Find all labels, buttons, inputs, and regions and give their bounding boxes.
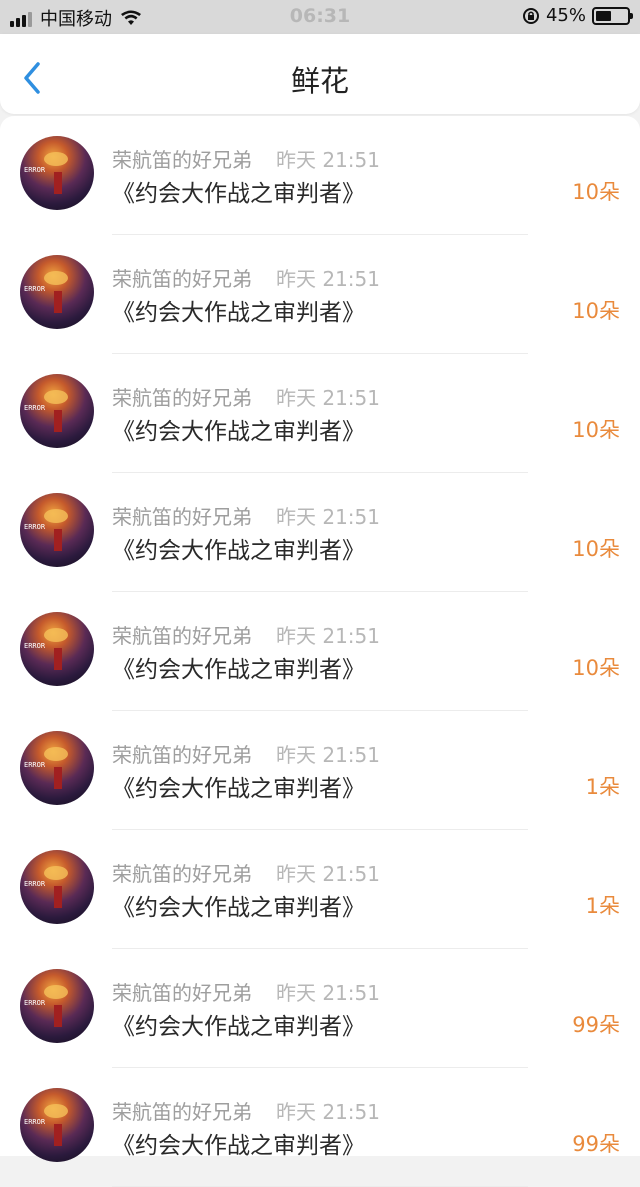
avatar[interactable]: ERROR (20, 136, 94, 210)
avatar[interactable]: ERROR (20, 374, 94, 448)
navigation-bar: 鲜花 (0, 34, 640, 114)
sender-name[interactable]: 荣航笛的好兄弟 (112, 263, 252, 292)
list-item[interactable]: ERROR 荣航笛的好兄弟 昨天 21:51 《约会大作战之审判者》 10朵 (0, 116, 640, 235)
send-time: 昨天 21:51 (276, 1100, 380, 1124)
battery-percent: 45% (545, 5, 586, 26)
sender-name[interactable]: 荣航笛的好兄弟 (112, 620, 252, 649)
send-time: 昨天 21:51 (276, 148, 380, 172)
work-title[interactable]: 《约会大作战之审判者》 (112, 174, 365, 208)
page-title: 鲜花 (290, 64, 349, 98)
work-title[interactable]: 《约会大作战之审判者》 (112, 1126, 365, 1160)
avatar[interactable]: ERROR (20, 493, 94, 567)
list-item[interactable]: ERROR 荣航笛的好兄弟 昨天 21:51 《约会大作战之审判者》 99朵 (0, 1068, 640, 1187)
flower-count: 10朵 (572, 180, 620, 204)
send-time: 昨天 21:51 (276, 505, 380, 529)
work-title[interactable]: 《约会大作战之审判者》 (112, 1007, 365, 1041)
avatar[interactable]: ERROR (20, 612, 94, 686)
flower-count: 99朵 (572, 1132, 620, 1156)
send-time: 昨天 21:51 (276, 743, 380, 767)
send-time: 昨天 21:51 (276, 862, 380, 886)
status-bar: 中国移动 06:31 45% (0, 0, 640, 34)
sender-name[interactable]: 荣航笛的好兄弟 (112, 739, 252, 768)
battery-icon (592, 6, 633, 25)
list-item[interactable]: ERROR 荣航笛的好兄弟 昨天 21:51 《约会大作战之审判者》 10朵 (0, 473, 640, 592)
flower-count: 10朵 (572, 656, 620, 680)
list-item[interactable]: ERROR 荣航笛的好兄弟 昨天 21:51 《约会大作战之审判者》 99朵 (0, 949, 640, 1068)
flower-record-list[interactable]: ERROR 荣航笛的好兄弟 昨天 21:51 《约会大作战之审判者》 10朵 E… (0, 116, 640, 1187)
flower-count: 99朵 (572, 1013, 620, 1037)
work-title[interactable]: 《约会大作战之审判者》 (112, 650, 365, 684)
sender-name[interactable]: 荣航笛的好兄弟 (112, 858, 252, 887)
sender-name[interactable]: 荣航笛的好兄弟 (112, 977, 252, 1006)
avatar[interactable]: ERROR (20, 969, 94, 1043)
sender-name[interactable]: 荣航笛的好兄弟 (112, 501, 252, 530)
avatar[interactable]: ERROR (20, 850, 94, 924)
rotation-lock-icon (522, 7, 540, 25)
flower-count: 10朵 (572, 418, 620, 442)
avatar[interactable]: ERROR (20, 1088, 94, 1162)
avatar[interactable]: ERROR (20, 255, 94, 329)
list-item[interactable]: ERROR 荣航笛的好兄弟 昨天 21:51 《约会大作战之审判者》 1朵 (0, 830, 640, 949)
flower-count: 1朵 (585, 775, 620, 799)
avatar[interactable]: ERROR (20, 731, 94, 805)
list-item[interactable]: ERROR 荣航笛的好兄弟 昨天 21:51 《约会大作战之审判者》 10朵 (0, 235, 640, 354)
sender-name[interactable]: 荣航笛的好兄弟 (112, 144, 252, 173)
flower-count: 1朵 (585, 894, 620, 918)
flower-count: 10朵 (572, 537, 620, 561)
list-item[interactable]: ERROR 荣航笛的好兄弟 昨天 21:51 《约会大作战之审判者》 10朵 (0, 592, 640, 711)
list-item[interactable]: ERROR 荣航笛的好兄弟 昨天 21:51 《约会大作战之审判者》 10朵 (0, 354, 640, 473)
list-item[interactable]: ERROR 荣航笛的好兄弟 昨天 21:51 《约会大作战之审判者》 1朵 (0, 711, 640, 830)
work-title[interactable]: 《约会大作战之审判者》 (112, 412, 365, 446)
sender-name[interactable]: 荣航笛的好兄弟 (112, 382, 252, 411)
send-time: 昨天 21:51 (276, 386, 380, 410)
work-title[interactable]: 《约会大作战之审判者》 (112, 293, 365, 327)
flower-count: 10朵 (572, 299, 620, 323)
send-time: 昨天 21:51 (276, 267, 380, 291)
work-title[interactable]: 《约会大作战之审判者》 (112, 531, 365, 565)
sender-name[interactable]: 荣航笛的好兄弟 (112, 1096, 252, 1125)
work-title[interactable]: 《约会大作战之审判者》 (112, 769, 365, 803)
send-time: 昨天 21:51 (276, 624, 380, 648)
send-time: 昨天 21:51 (276, 981, 380, 1005)
work-title[interactable]: 《约会大作战之审判者》 (112, 888, 365, 922)
